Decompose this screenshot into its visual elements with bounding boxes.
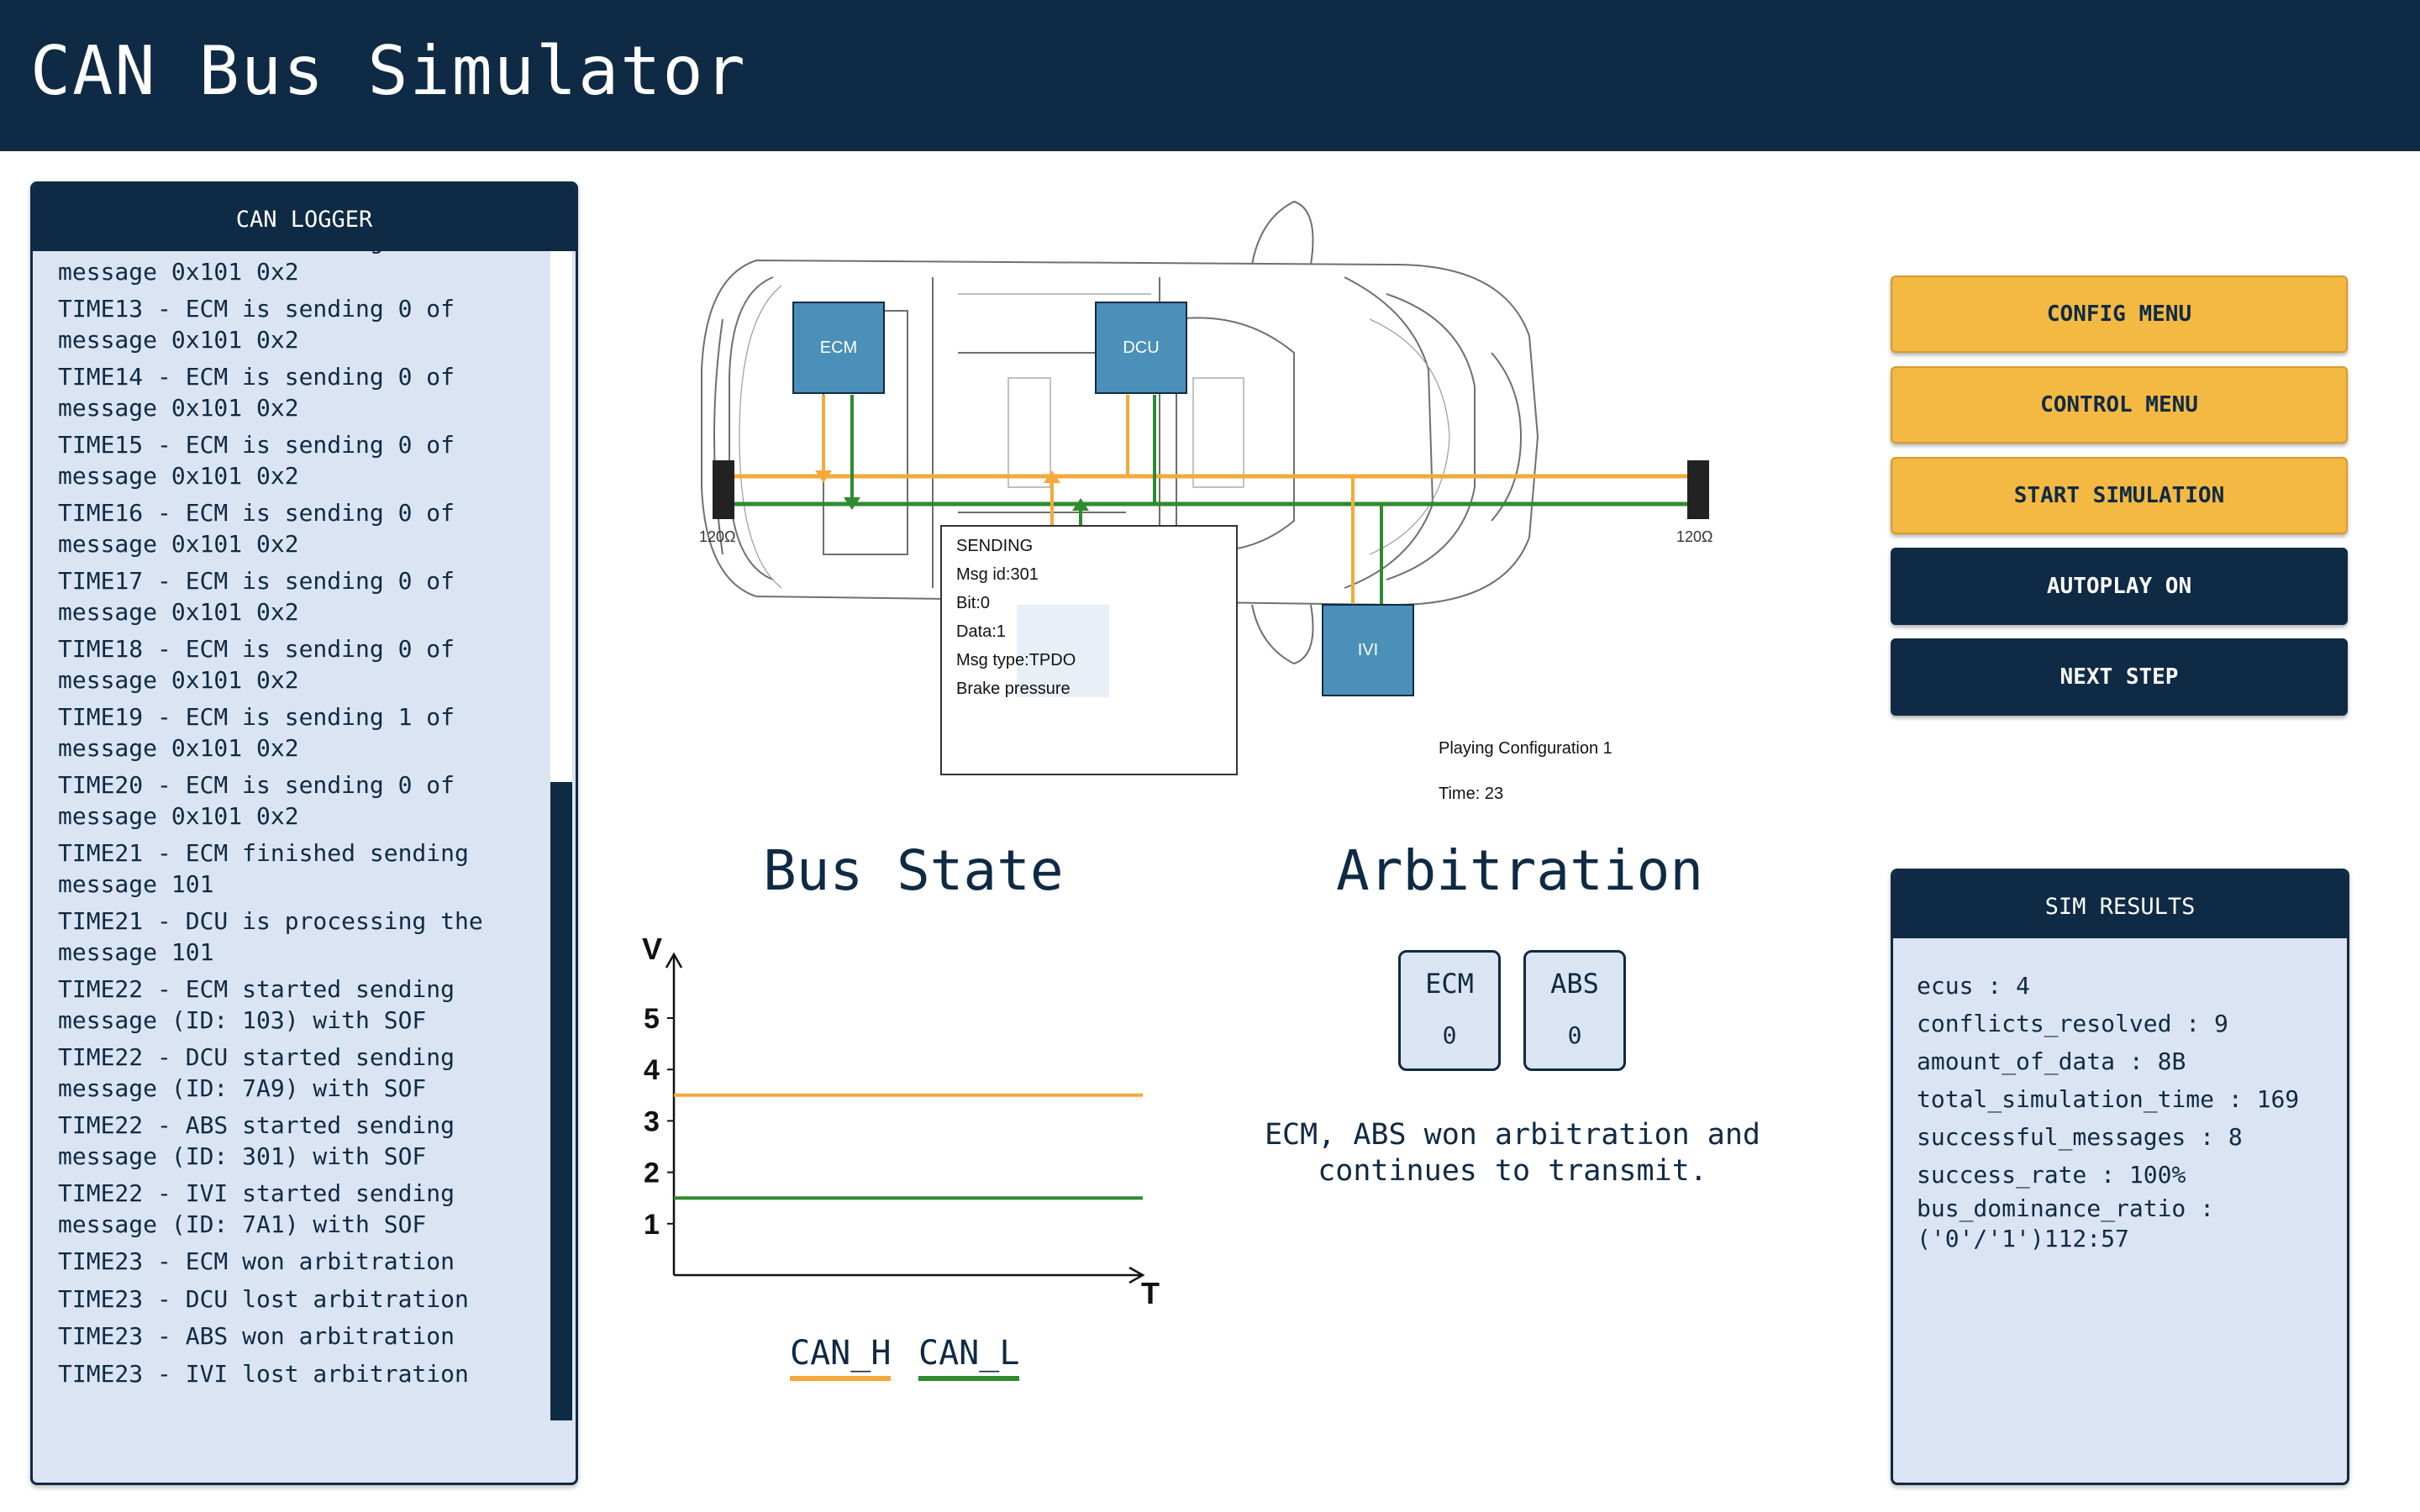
log-entry: TIME23 - DCU lost arbitration xyxy=(58,1284,469,1313)
app-header: CAN Bus Simulator xyxy=(0,0,2420,151)
result-value: 9 xyxy=(2214,1010,2228,1037)
result-key: amount_of_data xyxy=(1917,1047,2116,1075)
logger-scrollbar[interactable] xyxy=(550,251,572,1420)
log-entry: TIME22 - DCU started sending message (ID… xyxy=(58,1043,469,1102)
chart-axes: VT xyxy=(642,932,1160,1310)
result-value: ('0'/'1')112:57 xyxy=(1917,1225,2129,1252)
log-entry: TIME22 - IVI started sending message (ID… xyxy=(58,1179,469,1238)
y-axis-label: V xyxy=(642,932,662,966)
log-entry: TIME14 - ECM is sending 0 of message 0x1… xyxy=(58,363,469,422)
sim-results-list: ecus : 4 conflicts_resolved : 9 amount_of_… xyxy=(1893,938,2347,1254)
message-info-line: SENDING xyxy=(956,537,1033,555)
log-entry: TIME12 - ECM is sending 1 of message 0x1… xyxy=(58,251,455,286)
logger-lines: TIME12 - ECM is sending 1 of message 0x1… xyxy=(58,251,537,1396)
result-item-bus-dominance-ratio: bus_dominance_ratio : ('0'/'1')112:57 xyxy=(1917,1194,2215,1252)
message-info-line: Bit:0 xyxy=(956,594,990,612)
arbitration-node-ecm: ECM 0 xyxy=(1398,950,1501,1071)
result-item-ecus: ecus : 4 xyxy=(1917,972,2030,1000)
arbitration-node-value: 0 xyxy=(1567,1021,1582,1049)
ecu-ivi-label: IVI xyxy=(1358,641,1378,659)
log-entry: TIME17 - ECM is sending 0 of message 0x1… xyxy=(58,567,469,626)
terminator-left-icon xyxy=(713,460,734,519)
result-item-success-rate: success_rate : 100% xyxy=(1917,1161,2186,1189)
chart-ticks: 1 2 3 4 5 xyxy=(644,1003,674,1241)
ecu-ecm-label: ECM xyxy=(820,339,857,357)
sim-results-title: SIM RESULTS xyxy=(1893,871,2347,938)
result-value: 8B xyxy=(2157,1047,2186,1075)
app-title: CAN Bus Simulator xyxy=(30,32,747,110)
legend-can-l: CAN_L xyxy=(918,1334,1020,1381)
chart-series xyxy=(674,1093,1143,1200)
result-value: 8 xyxy=(2228,1123,2243,1151)
log-entry: TIME13 - ECM is sending 0 of message 0x1… xyxy=(58,295,469,354)
logger-title: CAN LOGGER xyxy=(33,184,576,251)
log-entry: TIME18 - ECM is sending 0 of message 0x1… xyxy=(58,635,469,694)
result-value: 4 xyxy=(2016,972,2030,1000)
sim-time: Time: 23 xyxy=(1439,785,1503,803)
result-item-amount-of-data: amount_of_data : 8B xyxy=(1917,1047,2186,1075)
arbitration-node-name: ECM xyxy=(1425,968,1474,1000)
can-logger-panel: CAN LOGGER TIME12 - ECM is sending 1 of … xyxy=(30,181,578,1485)
x-axis-label: T xyxy=(1141,1276,1160,1310)
result-key: success_rate xyxy=(1917,1161,2087,1189)
log-entry: TIME23 - ECM won arbitration xyxy=(58,1247,455,1275)
arbitration-message: ECM, ABS won arbitration and continues t… xyxy=(1264,1118,1760,1188)
config-menu-button[interactable]: CONFIG MENU xyxy=(1891,276,2348,353)
log-entry: TIME22 - ABS started sending message (ID… xyxy=(58,1111,469,1170)
result-value: 100% xyxy=(2128,1161,2186,1189)
message-info-line: Brake pressure xyxy=(956,680,1071,698)
arbitration-node-abs: ABS 0 xyxy=(1523,950,1626,1071)
result-key: ecus xyxy=(1917,972,1974,1000)
result-item-conflicts-resolved: conflicts_resolved : 9 xyxy=(1917,1010,2228,1037)
message-info-line: Msg id:301 xyxy=(956,565,1039,584)
logger-scrollbar-thumb[interactable] xyxy=(550,782,572,1420)
y-tick-label: 2 xyxy=(644,1158,660,1189)
log-entry: TIME20 - ECM is sending 0 of message 0x1… xyxy=(58,771,469,830)
arbitration-node-name: ABS xyxy=(1550,968,1599,1000)
car-diagram: 120Ω 120Ω ECM DCU IVI SENDING Msg id:301 B… xyxy=(655,185,1748,823)
start-simulation-button[interactable]: START SIMULATION xyxy=(1891,457,2348,534)
result-item-total-simulation-time: total_simulation_time : 169 xyxy=(1917,1085,2300,1113)
log-entry: TIME16 - ECM is sending 0 of message 0x1… xyxy=(58,499,469,558)
sim-results-panel: SIM RESULTS ecus : 4 conflicts_resolved :… xyxy=(1891,869,2349,1485)
log-entry: TIME21 - DCU is processing the message 1… xyxy=(58,907,497,966)
result-item-successful-messages: successful_messages : 8 xyxy=(1917,1123,2243,1151)
message-info-line: Data:1 xyxy=(956,622,1006,641)
arbitration-title: Arbitration xyxy=(1336,838,1704,903)
log-entry: TIME21 - ECM finished sending message 10… xyxy=(58,839,483,898)
log-entry: TIME19 - ECM is sending 1 of message 0x1… xyxy=(58,703,469,762)
result-key: conflicts_resolved xyxy=(1917,1010,2172,1037)
result-key: bus_dominance_ratio xyxy=(1917,1194,2186,1222)
result-value: 169 xyxy=(2256,1085,2300,1113)
ecu-dcu-label: DCU xyxy=(1123,339,1159,357)
terminator-right-icon xyxy=(1687,460,1709,519)
arbitration-node-value: 0 xyxy=(1442,1021,1457,1049)
config-status: Playing Configuration 1 xyxy=(1439,739,1612,758)
logger-scroll-area[interactable]: TIME12 - ECM is sending 1 of message 0x1… xyxy=(33,251,545,1436)
legend-can-h: CAN_H xyxy=(790,1334,892,1381)
car-bus-diagram: 120Ω 120Ω ECM DCU IVI SENDING Msg id:301 B… xyxy=(699,200,1713,803)
result-key: successful_messages xyxy=(1917,1123,2186,1151)
next-step-button[interactable]: NEXT STEP xyxy=(1891,638,2348,716)
bus-state-title: Bus State xyxy=(763,838,1064,903)
message-info-line: Msg type:TPDO xyxy=(956,651,1076,669)
terminator-left-label: 120Ω xyxy=(699,528,736,545)
control-menu-button[interactable]: CONTROL MENU xyxy=(1891,366,2348,444)
bus-state-chart: VT 12345 xyxy=(642,932,1160,1310)
log-entry: TIME23 - ABS won arbitration xyxy=(58,1322,455,1350)
y-tick-label: 4 xyxy=(644,1054,660,1086)
terminator-right-label: 120Ω xyxy=(1676,528,1713,545)
log-entry: TIME15 - ECM is sending 0 of message 0x1… xyxy=(58,431,469,490)
y-tick-label: 5 xyxy=(644,1003,660,1035)
autoplay-toggle-button[interactable]: AUTOPLAY ON xyxy=(1891,548,2348,625)
y-tick-label: 1 xyxy=(644,1209,660,1241)
result-key: total_simulation_time xyxy=(1917,1085,2215,1113)
log-entry: TIME22 - ECM started sending message (ID… xyxy=(58,975,469,1034)
y-tick-label: 3 xyxy=(644,1105,660,1137)
log-entry: TIME23 - IVI lost arbitration xyxy=(58,1359,469,1388)
